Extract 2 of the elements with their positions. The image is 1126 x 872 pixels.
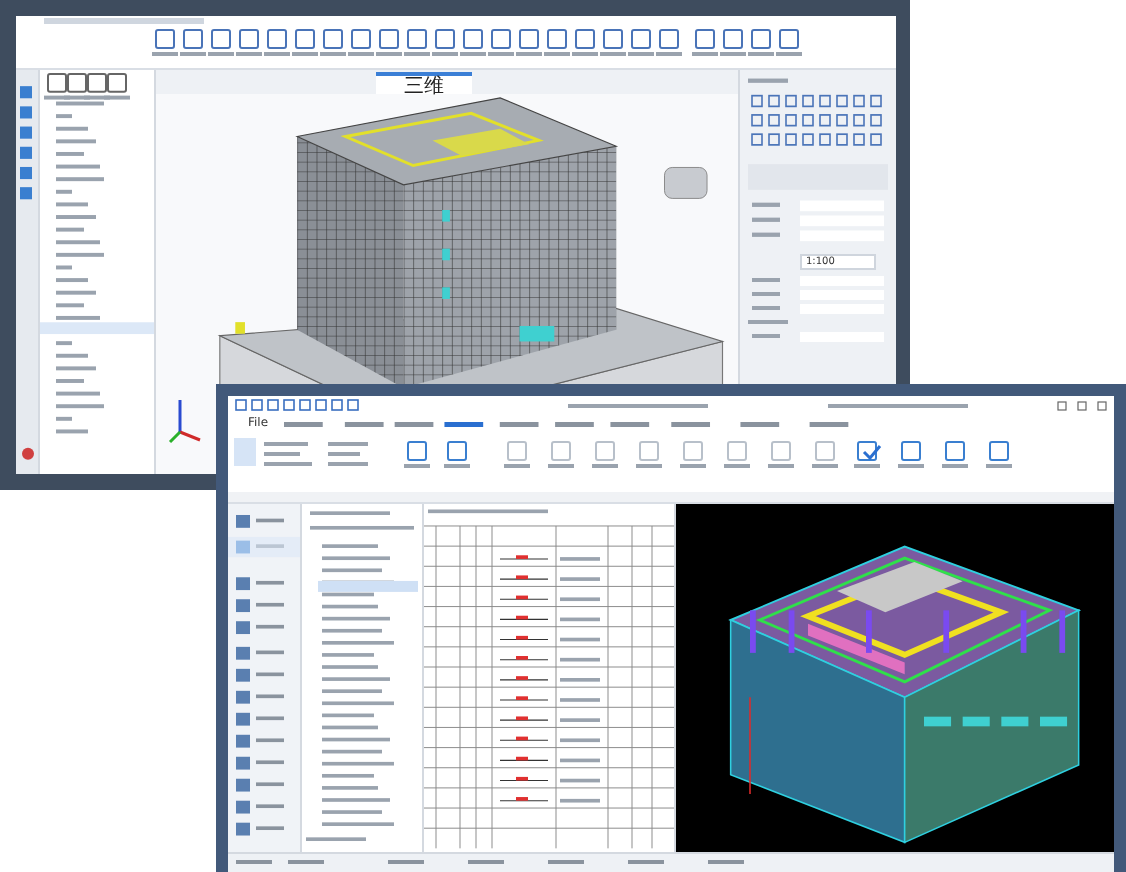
axis-icon — [168, 396, 204, 444]
view-tab[interactable]: 三维 — [376, 72, 472, 94]
